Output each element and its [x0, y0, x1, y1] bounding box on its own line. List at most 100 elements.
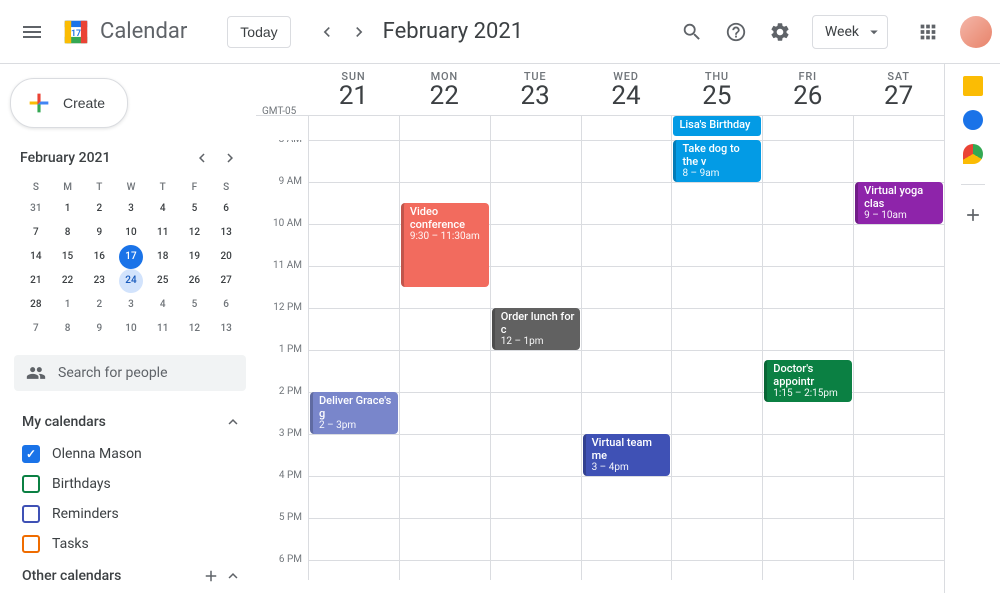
- mini-day[interactable]: 11: [147, 221, 179, 245]
- mini-day[interactable]: 17: [119, 245, 143, 269]
- search-button[interactable]: [672, 12, 712, 52]
- time-grid-scroll[interactable]: 8 AM9 AM10 AM11 AM12 PM1 PM2 PM3 PM4 PM5…: [256, 140, 944, 580]
- settings-button[interactable]: [760, 12, 800, 52]
- mini-day[interactable]: 27: [210, 269, 242, 293]
- all-day-cell[interactable]: [762, 116, 853, 140]
- mini-day[interactable]: 19: [179, 245, 211, 269]
- keep-app-icon[interactable]: [963, 76, 983, 96]
- mini-prev-button[interactable]: [190, 146, 214, 170]
- maps-app-icon[interactable]: [963, 144, 983, 164]
- my-calendars-header[interactable]: My calendars: [0, 405, 256, 439]
- mini-day[interactable]: 8: [52, 221, 84, 245]
- day-header[interactable]: TUE23: [490, 64, 581, 115]
- event[interactable]: Order lunch for c12 – 1pm: [492, 308, 580, 350]
- mini-day[interactable]: 13: [210, 221, 242, 245]
- mini-next-button[interactable]: [218, 146, 242, 170]
- apps-button[interactable]: [908, 12, 948, 52]
- all-day-cell[interactable]: [308, 116, 399, 140]
- all-day-cell[interactable]: [399, 116, 490, 140]
- mini-day[interactable]: 10: [115, 317, 147, 341]
- mini-day[interactable]: 7: [20, 317, 52, 341]
- day-header[interactable]: SAT27: [853, 64, 944, 115]
- mini-day[interactable]: 18: [147, 245, 179, 269]
- day-column[interactable]: Virtual yoga clas9 – 10am: [853, 140, 944, 580]
- prev-week-button[interactable]: [311, 16, 343, 48]
- event[interactable]: Take dog to the v8 – 9am: [673, 140, 761, 182]
- search-people-input[interactable]: Search for people: [14, 355, 246, 391]
- mini-day[interactable]: 12: [179, 317, 211, 341]
- mini-day[interactable]: 12: [179, 221, 211, 245]
- all-day-cell[interactable]: [853, 116, 944, 140]
- calendar-item[interactable]: Birthdays: [0, 469, 256, 499]
- all-day-event[interactable]: Lisa's Birthday: [673, 116, 761, 136]
- mini-day[interactable]: 24: [119, 269, 143, 293]
- mini-day[interactable]: 31: [20, 197, 52, 221]
- main-menu-button[interactable]: [8, 8, 56, 56]
- all-day-cell[interactable]: [490, 116, 581, 140]
- day-header[interactable]: SUN21: [308, 64, 399, 115]
- event[interactable]: Video conference9:30 – 11:30am: [401, 203, 489, 287]
- mini-day[interactable]: 5: [179, 197, 211, 221]
- calendar-item[interactable]: Reminders: [0, 499, 256, 529]
- event[interactable]: Virtual yoga clas9 – 10am: [855, 182, 943, 224]
- mini-day[interactable]: 9: [83, 221, 115, 245]
- day-column[interactable]: Order lunch for c12 – 1pm: [490, 140, 581, 580]
- calendar-item[interactable]: Tasks: [0, 529, 256, 559]
- all-day-cell[interactable]: Lisa's Birthday: [671, 116, 762, 140]
- mini-day[interactable]: 14: [20, 245, 52, 269]
- mini-day[interactable]: 11: [147, 317, 179, 341]
- day-header[interactable]: MON22: [399, 64, 490, 115]
- user-avatar[interactable]: [960, 16, 992, 48]
- mini-day[interactable]: 6: [210, 293, 242, 317]
- other-calendars-header[interactable]: Other calendars: [0, 559, 256, 593]
- mini-day[interactable]: 1: [52, 293, 84, 317]
- day-header[interactable]: THU25: [671, 64, 762, 115]
- create-button[interactable]: Create: [10, 78, 128, 128]
- mini-day[interactable]: 25: [147, 269, 179, 293]
- mini-day[interactable]: 26: [179, 269, 211, 293]
- event[interactable]: Virtual team me3 – 4pm: [583, 434, 671, 476]
- calendar-checkbox[interactable]: [22, 505, 40, 523]
- mini-day[interactable]: 4: [147, 197, 179, 221]
- day-header[interactable]: WED24: [581, 64, 672, 115]
- mini-day[interactable]: 3: [115, 293, 147, 317]
- calendar-item[interactable]: Olenna Mason: [0, 439, 256, 469]
- day-column[interactable]: Doctor's appointr1:15 – 2:15pm: [762, 140, 853, 580]
- today-button[interactable]: Today: [227, 16, 290, 48]
- mini-day[interactable]: 16: [83, 245, 115, 269]
- calendar-checkbox[interactable]: [22, 475, 40, 493]
- view-selector[interactable]: Week: [812, 15, 888, 49]
- day-column[interactable]: Take dog to the v8 – 9am: [671, 140, 762, 580]
- mini-day[interactable]: 5: [179, 293, 211, 317]
- next-week-button[interactable]: [343, 16, 375, 48]
- event[interactable]: Doctor's appointr1:15 – 2:15pm: [764, 360, 852, 402]
- plus-icon[interactable]: [202, 567, 220, 585]
- day-column[interactable]: Deliver Grace's g2 – 3pm: [308, 140, 399, 580]
- day-column[interactable]: Virtual team me3 – 4pm: [581, 140, 672, 580]
- mini-day[interactable]: 3: [115, 197, 147, 221]
- mini-day[interactable]: 9: [83, 317, 115, 341]
- day-header[interactable]: FRI26: [762, 64, 853, 115]
- tasks-app-icon[interactable]: [963, 110, 983, 130]
- mini-day[interactable]: 1: [52, 197, 84, 221]
- calendar-checkbox[interactable]: [22, 445, 40, 463]
- mini-day[interactable]: 10: [115, 221, 147, 245]
- mini-day[interactable]: 4: [147, 293, 179, 317]
- mini-day[interactable]: 8: [52, 317, 84, 341]
- event[interactable]: Deliver Grace's g2 – 3pm: [310, 392, 398, 434]
- mini-day[interactable]: 15: [52, 245, 84, 269]
- mini-day[interactable]: 13: [210, 317, 242, 341]
- calendar-checkbox[interactable]: [22, 535, 40, 553]
- mini-day[interactable]: 20: [210, 245, 242, 269]
- mini-day[interactable]: 2: [83, 197, 115, 221]
- day-column[interactable]: Video conference9:30 – 11:30am: [399, 140, 490, 580]
- help-button[interactable]: [716, 12, 756, 52]
- mini-day[interactable]: 7: [20, 221, 52, 245]
- mini-day[interactable]: 23: [83, 269, 115, 293]
- mini-day[interactable]: 22: [52, 269, 84, 293]
- mini-day[interactable]: 6: [210, 197, 242, 221]
- mini-day[interactable]: 2: [83, 293, 115, 317]
- all-day-cell[interactable]: [581, 116, 672, 140]
- mini-day[interactable]: 28: [20, 293, 52, 317]
- add-app-button[interactable]: [963, 205, 983, 229]
